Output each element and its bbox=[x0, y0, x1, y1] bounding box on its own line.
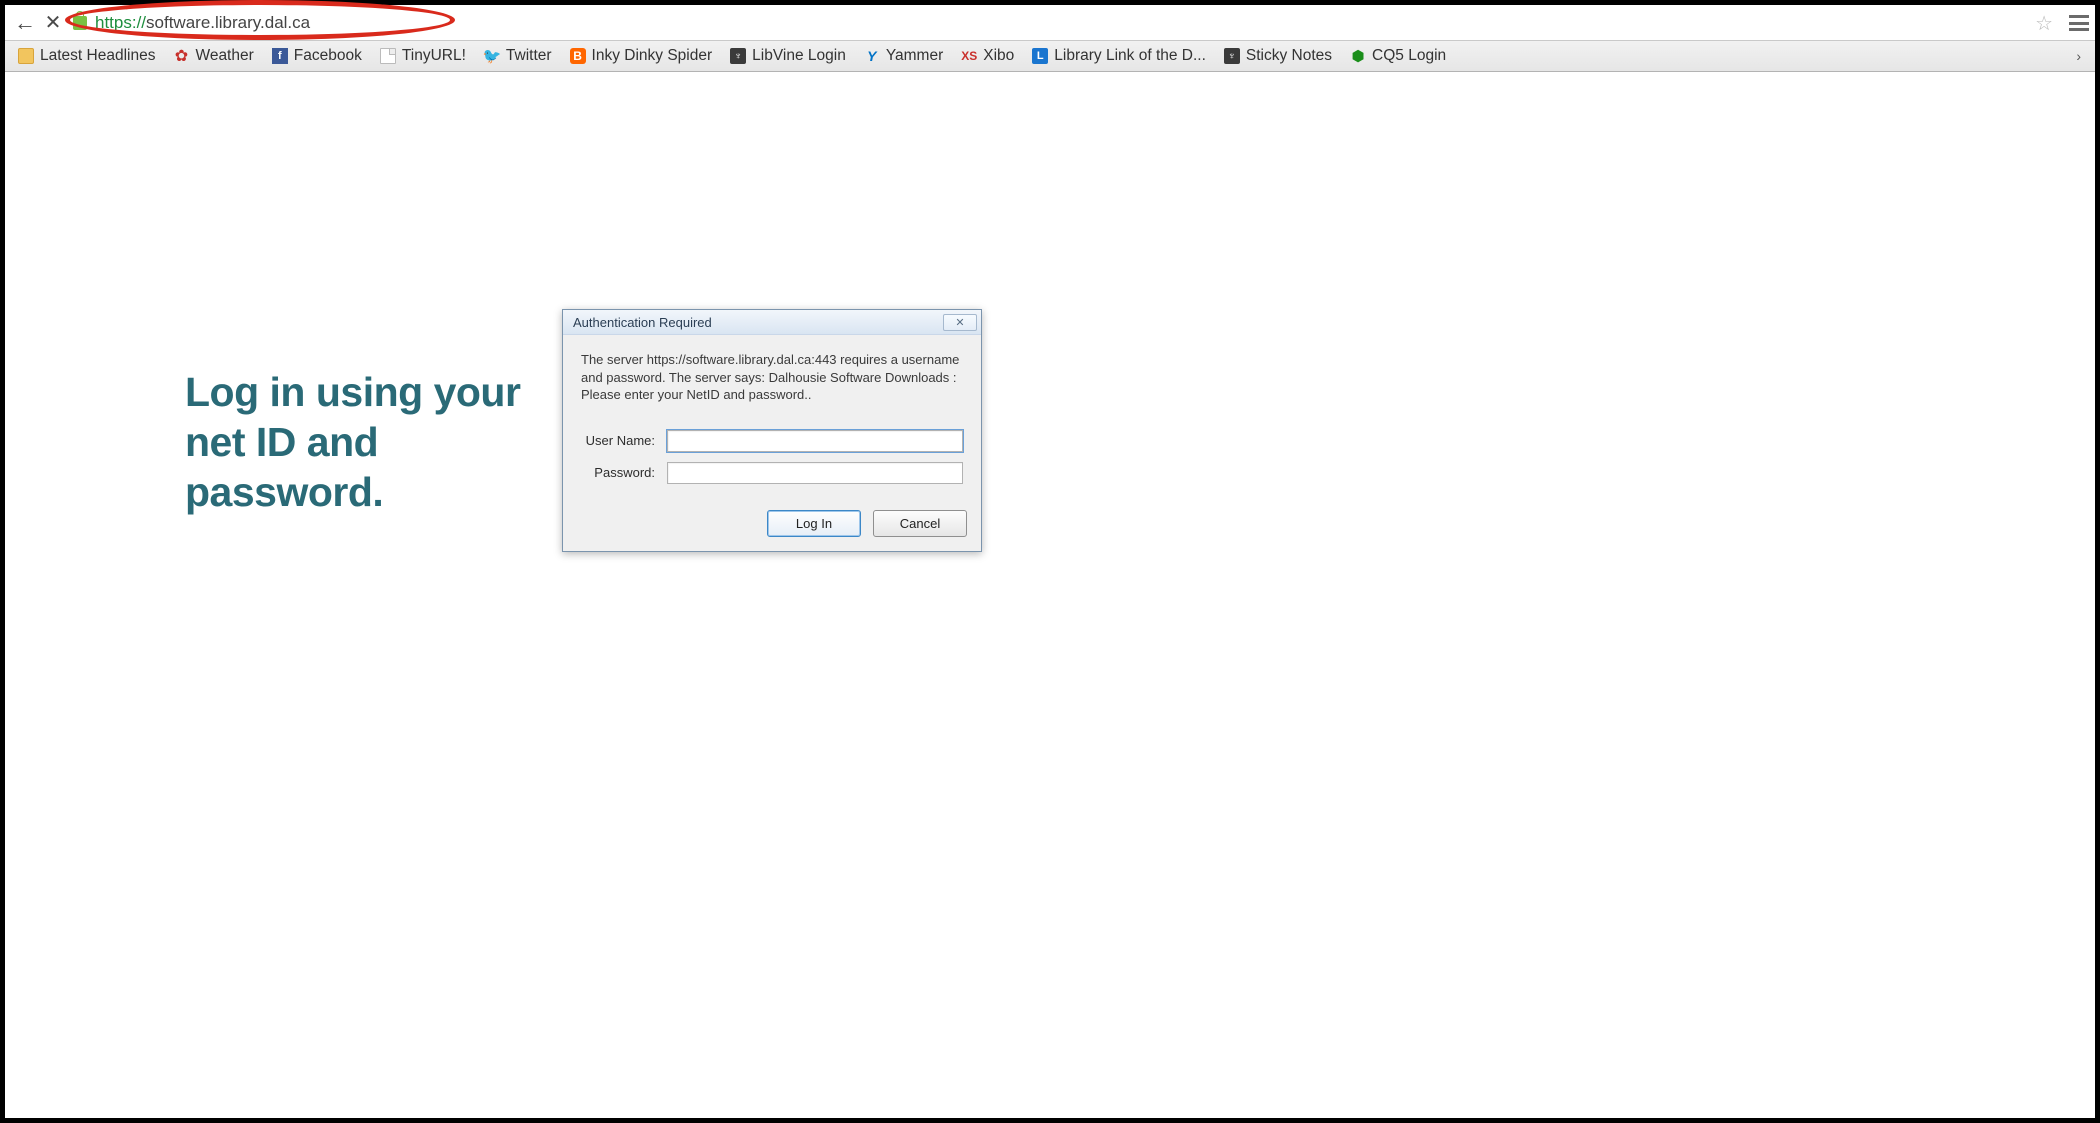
bookmark-label: Sticky Notes bbox=[1246, 47, 1332, 65]
facebook-icon: f bbox=[272, 48, 288, 64]
bookmark-xibo[interactable]: XS Xibo bbox=[956, 45, 1019, 67]
bookmark-label: Yammer bbox=[886, 47, 943, 65]
dialog-title-bar: Authentication Required ✕ bbox=[563, 310, 981, 335]
bookmark-facebook[interactable]: f Facebook bbox=[267, 45, 367, 67]
bookmark-twitter[interactable]: 🐦 Twitter bbox=[479, 45, 557, 67]
bookmark-label: Facebook bbox=[294, 47, 362, 65]
bookmark-label: Library Link of the D... bbox=[1054, 47, 1206, 65]
bookmark-latest-headlines[interactable]: Latest Headlines bbox=[13, 45, 160, 67]
url-text: https://software.library.dal.ca bbox=[95, 13, 310, 33]
username-input[interactable] bbox=[667, 430, 963, 452]
password-row: Password: bbox=[581, 462, 963, 484]
bookmark-label: CQ5 Login bbox=[1372, 47, 1446, 65]
hamburger-menu-icon[interactable] bbox=[2069, 15, 2089, 31]
url-bar-row: ← ✕ https://software.library.dal.ca ☆ bbox=[5, 5, 2095, 40]
cancel-button[interactable]: Cancel bbox=[873, 510, 967, 537]
dialog-button-row: Log In Cancel bbox=[563, 500, 981, 551]
bookmarks-bar: Latest Headlines ✿ Weather f Facebook Tiny… bbox=[5, 40, 2095, 72]
bookmark-libvine[interactable]: ♆ LibVine Login bbox=[725, 45, 851, 67]
bookmark-tinyurl[interactable]: TinyURL! bbox=[375, 45, 471, 67]
url-scheme: https:// bbox=[95, 13, 146, 32]
folder-icon bbox=[18, 48, 34, 64]
bookmark-sticky-notes[interactable]: ♆ Sticky Notes bbox=[1219, 45, 1337, 67]
dialog-body: The server https://software.library.dal.… bbox=[563, 335, 981, 500]
bookmark-label: Latest Headlines bbox=[40, 47, 155, 65]
lock-icon bbox=[73, 16, 87, 30]
stop-button[interactable]: ✕ bbox=[39, 9, 67, 37]
twitter-icon: 🐦 bbox=[484, 48, 500, 64]
auth-dialog: Authentication Required ✕ The server htt… bbox=[562, 309, 982, 552]
dialog-title: Authentication Required bbox=[573, 315, 712, 330]
username-label: User Name: bbox=[581, 433, 667, 448]
cube-icon: ⬢ bbox=[1350, 48, 1366, 64]
shield-icon: ♆ bbox=[1224, 48, 1240, 64]
bookmark-cq5[interactable]: ⬢ CQ5 Login bbox=[1345, 45, 1451, 67]
dialog-close-button[interactable]: ✕ bbox=[943, 314, 977, 331]
bookmarks-overflow-icon[interactable]: › bbox=[2076, 48, 2087, 64]
bookmark-star-icon[interactable]: ☆ bbox=[2035, 11, 2053, 36]
password-input[interactable] bbox=[667, 462, 963, 484]
library-link-icon: L bbox=[1032, 48, 1048, 64]
bookmark-label: Xibo bbox=[983, 47, 1014, 65]
bookmark-label: LibVine Login bbox=[752, 47, 846, 65]
password-label: Password: bbox=[581, 465, 667, 480]
bookmark-library-link[interactable]: L Library Link of the D... bbox=[1027, 45, 1211, 67]
instruction-text: Log in using your net ID and password. bbox=[185, 367, 545, 517]
blogger-icon: B bbox=[570, 48, 586, 64]
bookmark-label: TinyURL! bbox=[402, 47, 466, 65]
page-icon bbox=[380, 48, 396, 64]
back-button[interactable]: ← bbox=[11, 9, 39, 37]
address-bar[interactable]: https://software.library.dal.ca bbox=[67, 10, 2089, 36]
username-row: User Name: bbox=[581, 430, 963, 452]
shield-icon: ♆ bbox=[730, 48, 746, 64]
bookmark-label: Inky Dinky Spider bbox=[592, 47, 713, 65]
dialog-message: The server https://software.library.dal.… bbox=[581, 351, 963, 404]
login-button[interactable]: Log In bbox=[767, 510, 861, 537]
page-content: Log in using your net ID and password. A… bbox=[5, 72, 2095, 1118]
xibo-icon: XS bbox=[961, 48, 977, 64]
bookmark-inky-dinky[interactable]: B Inky Dinky Spider bbox=[565, 45, 718, 67]
bookmark-label: Weather bbox=[195, 47, 253, 65]
yammer-icon: Y bbox=[864, 48, 880, 64]
bookmark-weather[interactable]: ✿ Weather bbox=[168, 45, 258, 67]
url-host: software.library.dal.ca bbox=[146, 13, 310, 32]
bookmark-yammer[interactable]: Y Yammer bbox=[859, 45, 948, 67]
leaf-icon: ✿ bbox=[173, 48, 189, 64]
bookmark-label: Twitter bbox=[506, 47, 552, 65]
